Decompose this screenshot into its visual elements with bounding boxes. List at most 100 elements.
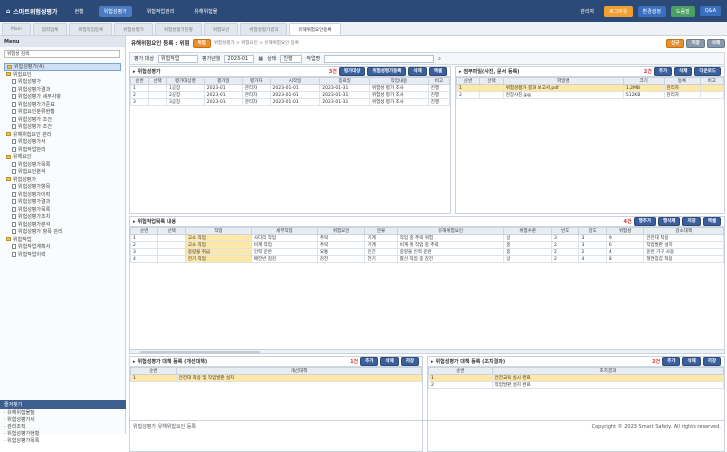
- table-row[interactable]: 1 고소 작업 사다리 작업 추락 기계 작업 중 추락 위험 상 3 3 9 안전대 착용: [129, 234, 724, 242]
- tab-item[interactable]: 위험성평가결과: [240, 23, 288, 35]
- sidebar-tree-item[interactable]: 위험작업관리: [4, 146, 121, 154]
- column-header[interactable]: 순번: [428, 367, 493, 375]
- column-header[interactable]: 크기: [622, 77, 665, 85]
- top-action-button[interactable]: Q&A: [699, 6, 721, 16]
- column-header[interactable]: 비고: [699, 77, 725, 85]
- tab-item[interactable]: 위험성평가: [114, 23, 153, 35]
- panel-tool-button[interactable]: 추가: [653, 67, 673, 76]
- panel-tool-button[interactable]: 다운로드: [694, 67, 721, 76]
- column-header[interactable]: 순번: [130, 77, 149, 85]
- column-header[interactable]: 유해위험요인: [396, 227, 505, 235]
- table-row[interactable]: 2 고소 작업 비계 작업 추락 기계 비계 위 작업 중 추락 중 2 3 6 작업발판 설치: [129, 241, 724, 249]
- sidebar-tree-item[interactable]: 위험성평가 조건: [4, 116, 121, 124]
- tab-item[interactable]: 위험요인: [203, 23, 239, 35]
- app-brand[interactable]: ⌂ 스마트위험성평가: [6, 7, 57, 16]
- tab-item[interactable]: 위험작업등록: [69, 23, 113, 35]
- panel-tool-button[interactable]: 엑셀: [702, 217, 721, 226]
- column-header[interactable]: 위험성: [605, 227, 645, 235]
- top-menu-item[interactable]: 유해위험물: [189, 6, 222, 17]
- column-header[interactable]: 등록: [663, 77, 701, 85]
- top-menu-item[interactable]: 위험작업관리: [142, 6, 180, 17]
- table-cell[interactable]: [479, 91, 504, 99]
- favorite-item[interactable]: · 관리조직: [0, 423, 126, 430]
- top-action-button[interactable]: 도움말: [670, 5, 695, 17]
- table-cell[interactable]: [479, 84, 504, 92]
- month-input[interactable]: 2023-01: [224, 54, 255, 63]
- table-cell[interactable]: 안전교육 실시 완료: [491, 374, 725, 382]
- column-header[interactable]: 순번: [130, 367, 177, 375]
- column-header[interactable]: 비고: [427, 77, 451, 85]
- table-cell[interactable]: 안전대 착용 및 작업발판 설치: [175, 374, 423, 382]
- status-select[interactable]: 진행: [280, 54, 303, 63]
- sidebar-tree-item[interactable]: 위험성평가(4): [4, 63, 121, 71]
- sidebar-tree-item[interactable]: 위험성평가목록: [4, 161, 121, 169]
- panel-tool-button[interactable]: 추가: [662, 357, 681, 366]
- column-header[interactable]: 강도: [578, 227, 607, 235]
- sidebar-tree-item[interactable]: 위험성평가: [4, 176, 121, 184]
- table-row[interactable]: 2 작업발판 설치 완료: [428, 381, 725, 389]
- column-header[interactable]: 분류: [364, 227, 398, 235]
- column-header[interactable]: 선택: [157, 227, 186, 235]
- sidebar-tree-item[interactable]: 위험요인분석: [4, 168, 121, 176]
- sidebar-tree-item[interactable]: 위험성평가결과: [4, 198, 121, 206]
- table-cell[interactable]: [147, 91, 167, 99]
- column-header[interactable]: 작업: [184, 227, 252, 235]
- table-row[interactable]: 1 1공장 2023-01 관리자 2023-01-01 2023-01-31 위험성 평가…: [130, 84, 451, 92]
- table-row[interactable]: 3 중량물 취급 인력 운반 요통 인간 중량물 인력 운반 중 2 2 4 운반 기구 사용: [129, 248, 724, 256]
- sidebar-tree-item[interactable]: 위험작업: [4, 236, 121, 244]
- top-action-button[interactable]: 로그아웃: [604, 5, 633, 17]
- top-action-button[interactable]: 환경설정: [637, 5, 666, 17]
- column-header[interactable]: 선택: [479, 77, 504, 85]
- favorite-item[interactable]: · 위험성평가목록: [0, 437, 126, 444]
- sidebar-tree-item[interactable]: 위험성평가 항목 관리: [4, 228, 121, 236]
- panel-tool-button[interactable]: 저장: [400, 357, 419, 366]
- column-header[interactable]: 시작일: [269, 77, 321, 85]
- panel-tool-button[interactable]: 삭제: [380, 357, 399, 366]
- horizontal-scrollbar[interactable]: [130, 349, 724, 354]
- panel-tool-button[interactable]: 행추가: [633, 217, 657, 226]
- table-cell[interactable]: [157, 255, 186, 263]
- sidebar-tree-item[interactable]: 위험작업계획서: [4, 243, 121, 251]
- column-header[interactable]: 조치결과: [491, 367, 725, 375]
- panel-tool-button[interactable]: 행삭제: [658, 217, 681, 226]
- table-cell[interactable]: [157, 248, 186, 256]
- sidebar-search-select[interactable]: 위험성 검색: [4, 50, 120, 58]
- column-header[interactable]: 빈도: [550, 227, 580, 235]
- sidebar-tree-item[interactable]: 위험성평가분석: [4, 221, 121, 229]
- panel-tool-button[interactable]: 엑셀: [428, 67, 447, 76]
- table-row[interactable]: 1 안전대 착용 및 작업발판 설치: [130, 374, 423, 382]
- tab-item[interactable]: 위험성평가현황: [154, 23, 202, 35]
- sidebar-tree-item[interactable]: 위험성평가이력: [4, 191, 121, 199]
- column-header[interactable]: 감소대책: [643, 227, 724, 235]
- panel-tool-button[interactable]: 위험성평가등록: [367, 67, 407, 76]
- sidebar-tree-item[interactable]: 위험작업이력: [4, 251, 121, 259]
- panel-tool-button[interactable]: 추가: [360, 357, 379, 366]
- column-header[interactable]: 평가일: [203, 77, 243, 85]
- column-header[interactable]: 세부작업: [250, 227, 318, 235]
- table-row[interactable]: 2 2공장 2023-01 관리자 2023-01-01 2023-01-31 위험성 평가…: [130, 91, 451, 99]
- column-header[interactable]: 파일명: [502, 77, 624, 85]
- work-name-input[interactable]: [324, 54, 435, 63]
- sidebar-tree-item[interactable]: 위험성평가목록: [4, 206, 121, 214]
- sidebar-tree-item[interactable]: 위험성평가결과: [4, 86, 121, 94]
- column-header[interactable]: 작업내용: [368, 77, 429, 85]
- column-header[interactable]: 순번: [455, 77, 481, 85]
- panel-tool-button[interactable]: 삭제: [682, 357, 701, 366]
- top-menu-item[interactable]: 위험성평가: [98, 5, 132, 17]
- table-cell[interactable]: [147, 84, 167, 92]
- tab-item[interactable]: 유해위험요인등록: [289, 23, 341, 35]
- tab-item[interactable]: 협력업체: [32, 23, 68, 35]
- column-header[interactable]: 순번: [129, 227, 159, 235]
- sidebar-tree-item[interactable]: 위험성평가 조건: [4, 123, 121, 131]
- column-header[interactable]: 선택: [147, 77, 167, 85]
- sidebar-tree-item[interactable]: 위험성평가조치: [4, 213, 121, 221]
- table-row[interactable]: 1 안전교육 실시 완료: [428, 374, 725, 382]
- panel-tool-button[interactable]: 저장: [682, 217, 701, 226]
- sidebar-tree-item[interactable]: 위험요인: [4, 71, 121, 79]
- table-cell[interactable]: [147, 98, 167, 106]
- page-action-button[interactable]: 신규: [666, 38, 685, 48]
- target-input[interactable]: 위험작업: [158, 54, 198, 63]
- sidebar-tree-item[interactable]: 위험성평가: [4, 78, 121, 86]
- sidebar-tree-item[interactable]: 위험요인분류현황: [4, 108, 121, 116]
- calendar-icon[interactable]: ▦: [258, 56, 263, 62]
